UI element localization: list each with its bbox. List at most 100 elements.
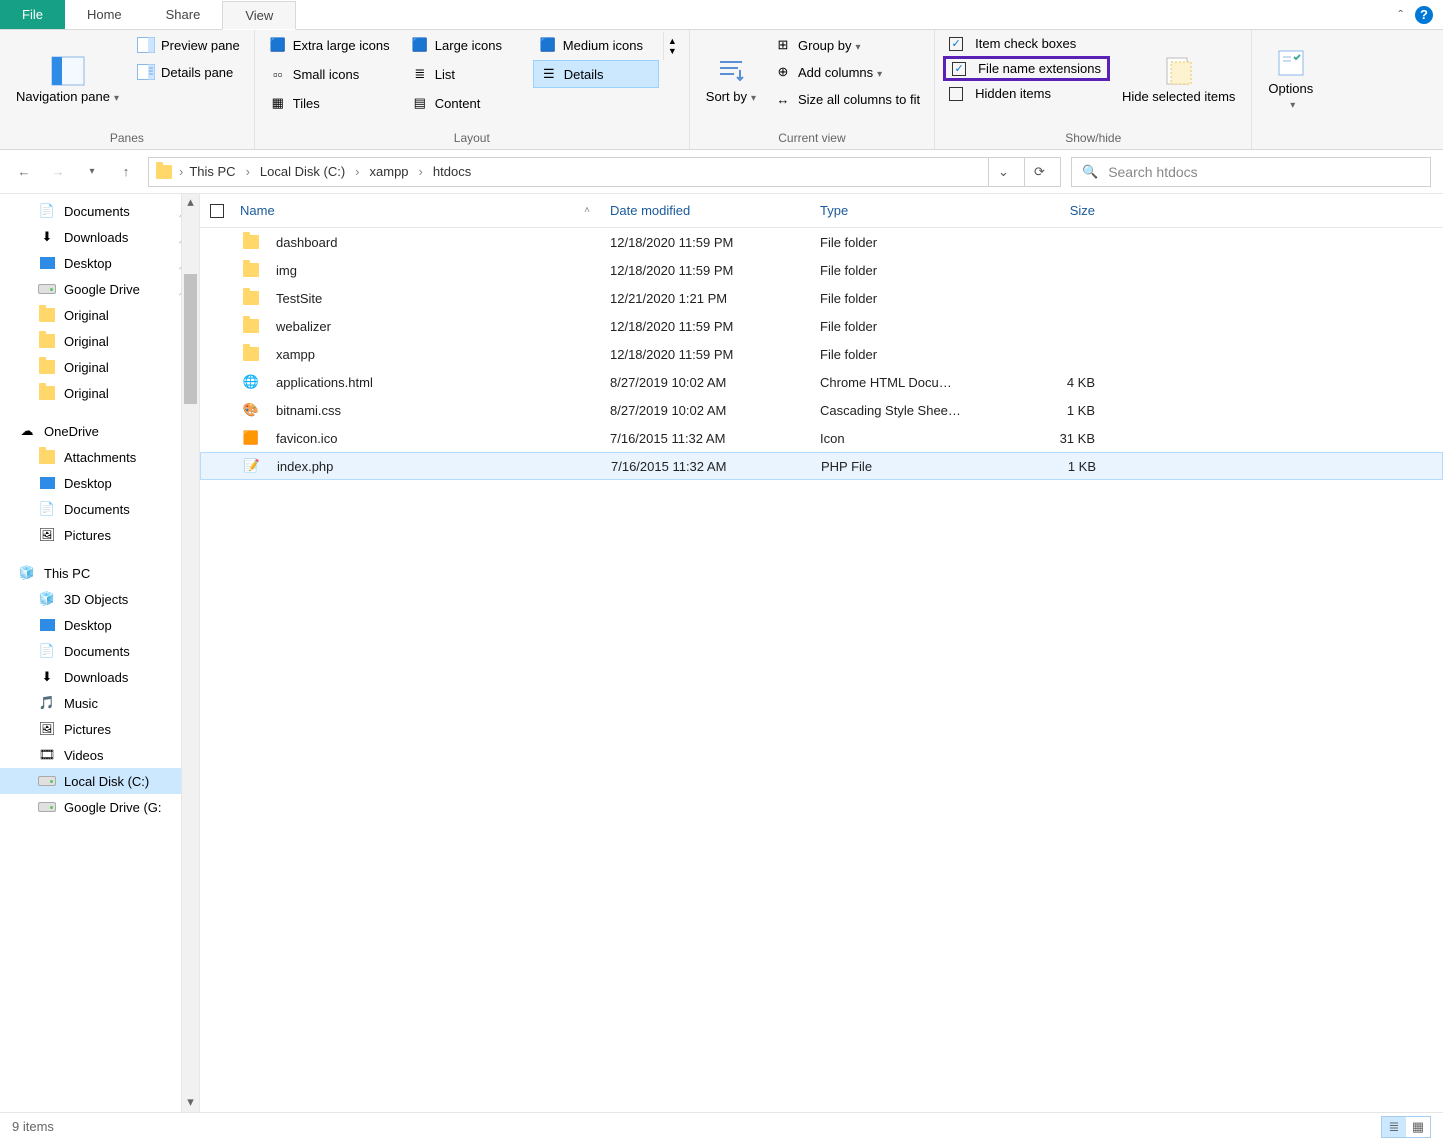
- file-name: img: [276, 263, 297, 278]
- minimize-ribbon-icon[interactable]: ˆ: [1398, 7, 1403, 23]
- tree-item-label: Desktop: [64, 476, 112, 491]
- layout-tiles[interactable]: ▦Tiles: [263, 90, 403, 116]
- navigation-pane-button[interactable]: Navigation pane: [8, 32, 127, 126]
- tree-onedrive[interactable]: ☁OneDrive: [0, 418, 199, 444]
- breadcrumb-item[interactable]: htdocs: [433, 164, 471, 179]
- search-box[interactable]: 🔍: [1071, 157, 1431, 187]
- view-toggle-icons[interactable]: ▦: [1406, 1117, 1430, 1137]
- sort-by-button[interactable]: Sort by: [698, 32, 764, 126]
- tab-file[interactable]: File: [0, 0, 65, 29]
- scroll-down-icon[interactable]: ▾: [182, 1094, 199, 1112]
- layout-extra-large-icons[interactable]: 🟦Extra large icons: [263, 32, 403, 58]
- layout-content[interactable]: ▤Content: [405, 90, 531, 116]
- tab-share[interactable]: Share: [144, 0, 223, 29]
- this-pc-item[interactable]: Local Disk (C:): [0, 768, 199, 794]
- onedrive-item[interactable]: 🖼Pictures: [0, 522, 199, 548]
- tree-item-label: Documents: [64, 204, 130, 219]
- address-bar[interactable]: › This PC › Local Disk (C:) › xampp › htdocs ⌄…: [148, 157, 1061, 187]
- quick-access-item[interactable]: Original: [0, 328, 199, 354]
- file-row[interactable]: 📝index.php7/16/2015 11:32 AMPHP File1 KB: [200, 452, 1443, 480]
- breadcrumb-sep-icon[interactable]: ›: [246, 164, 250, 179]
- preview-pane-button[interactable]: Preview pane: [131, 32, 246, 58]
- breadcrumb-item[interactable]: Local Disk (C:): [260, 164, 345, 179]
- quick-access-item[interactable]: Original: [0, 302, 199, 328]
- quick-access-item[interactable]: Google Drive📌: [0, 276, 199, 302]
- address-history-dropdown[interactable]: ⌄: [988, 158, 1018, 186]
- this-pc-item[interactable]: Google Drive (G:: [0, 794, 199, 820]
- onedrive-item[interactable]: 📄Documents: [0, 496, 199, 522]
- file-size: 31 KB: [995, 431, 1105, 446]
- layout-small-icons[interactable]: ▫▫Small icons: [263, 60, 403, 88]
- column-header-name[interactable]: Name˄: [240, 203, 610, 218]
- layout-more-dropdown[interactable]: ▲▼: [663, 32, 681, 60]
- column-header-type[interactable]: Type: [820, 203, 995, 218]
- file-row[interactable]: xampp12/18/2020 11:59 PMFile folder: [200, 340, 1443, 368]
- scroll-up-icon[interactable]: ▴: [182, 194, 199, 212]
- size-all-columns-button[interactable]: ↔Size all columns to fit: [768, 86, 926, 112]
- layout-details[interactable]: ☰Details: [533, 60, 659, 88]
- help-icon[interactable]: ?: [1415, 6, 1433, 24]
- file-name: index.php: [277, 459, 333, 474]
- refresh-button[interactable]: ⟳: [1024, 158, 1054, 186]
- scroll-thumb[interactable]: [184, 274, 197, 404]
- nav-recent-dropdown[interactable]: ▾: [80, 160, 104, 184]
- file-row[interactable]: TestSite12/21/2020 1:21 PMFile folder: [200, 284, 1443, 312]
- hide-selected-items-button[interactable]: Hide selected items: [1114, 32, 1243, 126]
- select-all-checkbox[interactable]: [210, 204, 224, 218]
- ribbon-group-panes-label: Panes: [8, 129, 246, 149]
- quick-access-item[interactable]: 📄Documents📌: [0, 198, 199, 224]
- ico-icon: 🟧: [240, 430, 262, 446]
- file-row[interactable]: webalizer12/18/2020 11:59 PMFile folder: [200, 312, 1443, 340]
- tree-scrollbar[interactable]: ▴ ▾: [181, 194, 199, 1112]
- options-button[interactable]: Options: [1260, 32, 1321, 126]
- layout-medium-icons[interactable]: 🟦Medium icons: [533, 32, 659, 58]
- this-pc-item[interactable]: 🎞Videos: [0, 742, 199, 768]
- tab-view[interactable]: View: [222, 1, 296, 30]
- sort-by-icon: [714, 54, 748, 88]
- nav-forward-button[interactable]: →: [46, 160, 70, 184]
- tree-this-pc[interactable]: 🧊This PC: [0, 560, 199, 586]
- breadcrumb-item[interactable]: xampp: [370, 164, 409, 179]
- column-header-size[interactable]: Size: [995, 203, 1105, 218]
- file-size: 4 KB: [995, 375, 1105, 390]
- quick-access-item[interactable]: Desktop📌: [0, 250, 199, 276]
- file-row[interactable]: img12/18/2020 11:59 PMFile folder: [200, 256, 1443, 284]
- file-row[interactable]: 🎨bitnami.css8/27/2019 10:02 AMCascading …: [200, 396, 1443, 424]
- file-row[interactable]: 🌐applications.html8/27/2019 10:02 AMChro…: [200, 368, 1443, 396]
- this-pc-item[interactable]: 📄Documents: [0, 638, 199, 664]
- item-check-boxes-toggle[interactable]: Item check boxes: [943, 32, 1110, 55]
- layout-large-icons[interactable]: 🟦Large icons: [405, 32, 531, 58]
- this-pc-item[interactable]: ⬇Downloads: [0, 664, 199, 690]
- file-name-extensions-toggle[interactable]: File name extensions: [943, 56, 1110, 81]
- this-pc-item[interactable]: Desktop: [0, 612, 199, 638]
- layout-list[interactable]: ≣List: [405, 60, 531, 88]
- ribbon-group-panes: Navigation pane Preview pane Details pan…: [0, 30, 255, 149]
- add-columns-button[interactable]: ⊕Add columns: [768, 59, 926, 85]
- view-toggle-details[interactable]: ≣: [1382, 1117, 1406, 1137]
- file-name: TestSite: [276, 291, 322, 306]
- this-pc-item[interactable]: 🧊3D Objects: [0, 586, 199, 612]
- nav-up-button[interactable]: ↑: [114, 160, 138, 184]
- file-type: PHP File: [821, 459, 996, 474]
- breadcrumb-item[interactable]: This PC: [189, 164, 235, 179]
- file-row[interactable]: dashboard12/18/2020 11:59 PMFile folder: [200, 228, 1443, 256]
- breadcrumb-sep-icon[interactable]: ›: [179, 164, 183, 179]
- hidden-items-toggle[interactable]: Hidden items: [943, 82, 1110, 105]
- onedrive-item[interactable]: Attachments: [0, 444, 199, 470]
- group-by-button[interactable]: ⊞Group by: [768, 32, 926, 58]
- tab-home[interactable]: Home: [65, 0, 144, 29]
- quick-access-item[interactable]: ⬇Downloads📌: [0, 224, 199, 250]
- quick-access-item[interactable]: Original: [0, 380, 199, 406]
- this-pc-item[interactable]: 🎵Music: [0, 690, 199, 716]
- file-row[interactable]: 🟧favicon.ico7/16/2015 11:32 AMIcon31 KB: [200, 424, 1443, 452]
- quick-access-item[interactable]: Original: [0, 354, 199, 380]
- this-pc-item[interactable]: 🖼Pictures: [0, 716, 199, 742]
- onedrive-item[interactable]: Desktop: [0, 470, 199, 496]
- search-input[interactable]: [1108, 164, 1420, 180]
- nav-back-button[interactable]: ←: [12, 160, 36, 184]
- column-header-date[interactable]: Date modified: [610, 203, 820, 218]
- breadcrumb-sep-icon[interactable]: ›: [355, 164, 359, 179]
- breadcrumb-sep-icon[interactable]: ›: [419, 164, 423, 179]
- folder-icon: [38, 448, 56, 466]
- details-pane-button[interactable]: Details pane: [131, 59, 246, 85]
